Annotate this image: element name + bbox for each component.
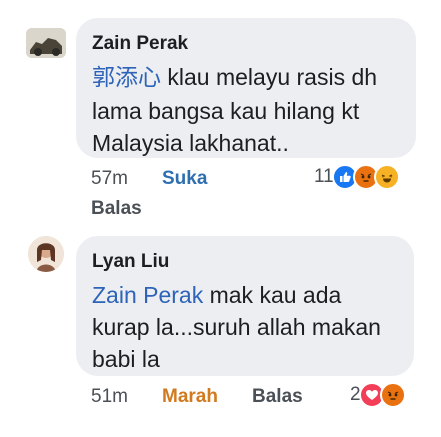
comment-time[interactable]: 57m bbox=[91, 168, 128, 190]
comment-text-line: lama bangsa kau hilang kt bbox=[92, 98, 360, 124]
avatar-image-icon bbox=[26, 28, 66, 58]
reaction-summary[interactable]: 11 bbox=[314, 164, 400, 190]
avatar[interactable] bbox=[28, 236, 64, 272]
comment-text-line: babi la bbox=[92, 346, 160, 372]
mention-link[interactable]: 郭添心 bbox=[92, 64, 161, 90]
reply-button[interactable]: Balas bbox=[91, 198, 142, 220]
avatar-image-icon bbox=[28, 236, 64, 272]
haha-icon bbox=[373, 164, 400, 190]
comment-text-line: Malaysia lakhanat.. bbox=[92, 130, 289, 156]
avatar[interactable] bbox=[26, 28, 66, 58]
reaction-summary[interactable]: 2 bbox=[350, 382, 406, 408]
reaction-count: 11 bbox=[314, 166, 334, 187]
comment-author[interactable]: Zain Perak bbox=[92, 33, 188, 55]
comment-time[interactable]: 51m bbox=[91, 386, 128, 408]
comment-text: Zain Perak mak kau ada bbox=[92, 282, 342, 308]
mention-link[interactable]: Zain Perak bbox=[92, 282, 203, 308]
reply-button[interactable]: Balas bbox=[252, 386, 303, 408]
comment-author[interactable]: Lyan Liu bbox=[92, 251, 169, 273]
comment-text-line: kurap la...suruh allah makan bbox=[92, 314, 381, 340]
angry-icon bbox=[379, 382, 406, 408]
like-button[interactable]: Suka bbox=[162, 168, 207, 190]
comment-text: 郭添心 klau melayu rasis dh bbox=[92, 64, 378, 90]
angry-reaction-button[interactable]: Marah bbox=[162, 386, 218, 408]
